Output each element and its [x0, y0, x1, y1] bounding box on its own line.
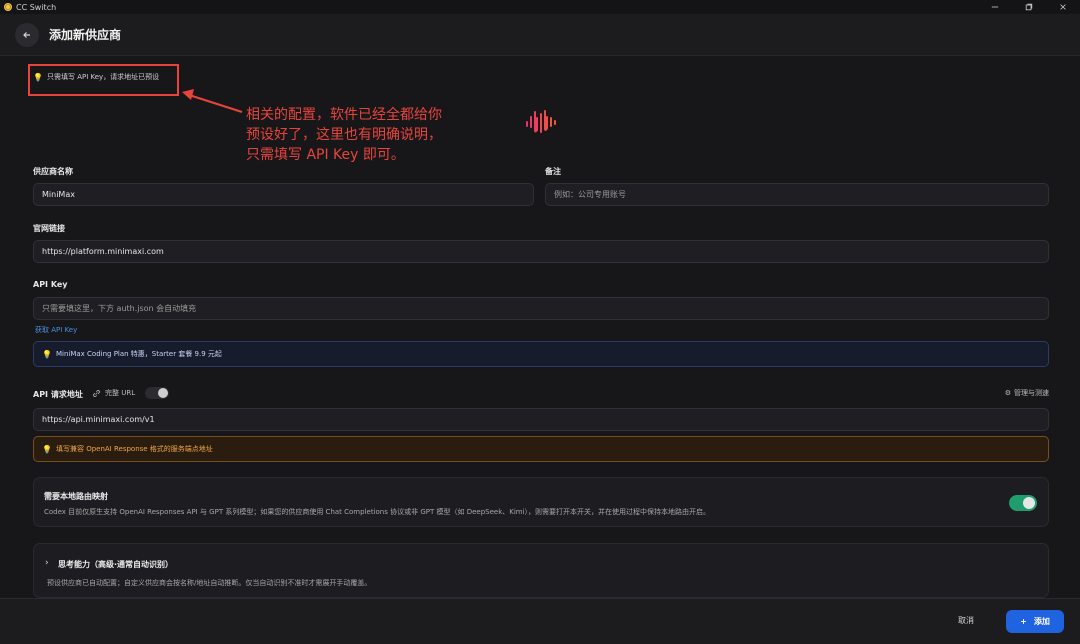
local-routing-title: 需要本地路由映射: [44, 492, 108, 501]
app-title: CC Switch: [16, 2, 57, 12]
promo-text: MiniMax Coding Plan 特惠，Starter 套餐 9.9 元起: [55, 350, 222, 358]
lightbulb-icon: 💡: [42, 444, 52, 454]
close-button[interactable]: [1046, 0, 1080, 14]
note-label: 备注: [545, 167, 561, 176]
api-key-input[interactable]: 只需要填这里，下方 auth.json 会自动填充: [33, 297, 1049, 320]
provider-name-value: MiniMax: [42, 190, 75, 199]
full-url-toggle-group: 完整 URL: [92, 385, 170, 401]
thinking-capability-card[interactable]: › 思考能力（高级·通常自动识别） 预设供应商已自动配置；自定义供应商会按名称/…: [33, 543, 1049, 598]
plus-icon: +: [1020, 617, 1027, 626]
note-placeholder: 例如：公司专用账号: [554, 190, 626, 199]
provider-name-input[interactable]: MiniMax: [33, 183, 534, 206]
arrow-left-icon: [23, 31, 30, 38]
full-url-toggle[interactable]: [145, 387, 170, 399]
annotation-text: 相关的配置，软件已经全都给你 预设好了，这里也有明确说明， 只需填写 API K…: [246, 105, 486, 165]
title-bar: CC Switch: [0, 0, 1080, 14]
add-button-label: 添加: [1033, 617, 1050, 626]
app-logo-icon: [4, 3, 12, 11]
close-icon: [1060, 4, 1066, 10]
annotation-line: 预设好了，这里也有明确说明，: [246, 127, 442, 143]
api-url-value: https://api.minimaxi.com/v1: [42, 415, 155, 424]
website-label: 官网链接: [33, 224, 65, 233]
form-scroll-area[interactable]: 💡 只需填写 API Key，请求地址已预设 相关的配置，软件已经全都给你 预设…: [0, 56, 1080, 598]
full-url-label: 完整 URL: [105, 389, 136, 397]
annotation-highlight-box: [28, 64, 179, 96]
chevron-right-icon: ›: [45, 558, 49, 568]
minimax-logo-icon: [526, 110, 556, 133]
local-routing-toggle[interactable]: [1009, 495, 1037, 511]
thinking-capability-title: 思考能力（高级·通常自动识别）: [58, 560, 174, 569]
footer-bar: 取消 + 添加: [0, 598, 1080, 644]
api-url-label: API 请求地址: [33, 390, 83, 399]
page-header: 添加新供应商: [0, 14, 1080, 56]
window-controls: [978, 0, 1080, 14]
api-key-label: API Key: [33, 280, 68, 289]
minimize-icon: [991, 6, 999, 8]
maximize-icon: [1025, 3, 1033, 11]
website-value: https://platform.minimaxi.com: [42, 247, 164, 256]
annotation-line: 只需填写 API Key 即可。: [246, 147, 405, 163]
gear-icon: ⚙: [1004, 389, 1011, 397]
back-button[interactable]: [15, 22, 39, 47]
note-input[interactable]: 例如：公司专用账号: [545, 183, 1049, 206]
add-button[interactable]: + 添加: [1006, 610, 1064, 633]
local-routing-card: 需要本地路由映射 Codex 目前仅原生支持 OpenAI Responses …: [33, 477, 1049, 527]
api-key-placeholder: 只需要填这里，下方 auth.json 会自动填充: [42, 304, 197, 313]
annotation-arrow: [182, 89, 243, 114]
website-input[interactable]: https://platform.minimaxi.com: [33, 240, 1049, 263]
get-api-key-link[interactable]: 获取 API Key: [35, 325, 77, 335]
provider-name-label: 供应商名称: [33, 167, 73, 176]
minimize-button[interactable]: [978, 0, 1012, 14]
endpoint-warning-box: 💡 填写兼容 OpenAI Response 格式的服务端点地址: [33, 436, 1049, 462]
page-title: 添加新供应商: [49, 28, 122, 42]
api-url-input[interactable]: https://api.minimaxi.com/v1: [33, 408, 1049, 431]
cancel-button[interactable]: 取消: [958, 615, 974, 626]
thinking-capability-desc: 预设供应商已自动配置；自定义供应商会按名称/地址自动推断。仅当自动识别不准时才需…: [47, 579, 372, 587]
manage-test-button[interactable]: ⚙ 管理与测速: [1005, 388, 1049, 398]
annotation-line: 相关的配置，软件已经全都给你: [246, 107, 442, 123]
manage-test-label: 管理与测速: [1014, 389, 1049, 397]
promo-info-box: 💡 MiniMax Coding Plan 特惠，Starter 套餐 9.9 …: [33, 341, 1049, 367]
endpoint-warning-text: 填写兼容 OpenAI Response 格式的服务端点地址: [55, 445, 213, 453]
maximize-button[interactable]: [1012, 0, 1046, 14]
local-routing-desc: Codex 目前仅原生支持 OpenAI Responses API 与 GPT…: [44, 508, 711, 516]
lightbulb-icon: 💡: [42, 349, 52, 359]
link-icon: [93, 389, 100, 397]
